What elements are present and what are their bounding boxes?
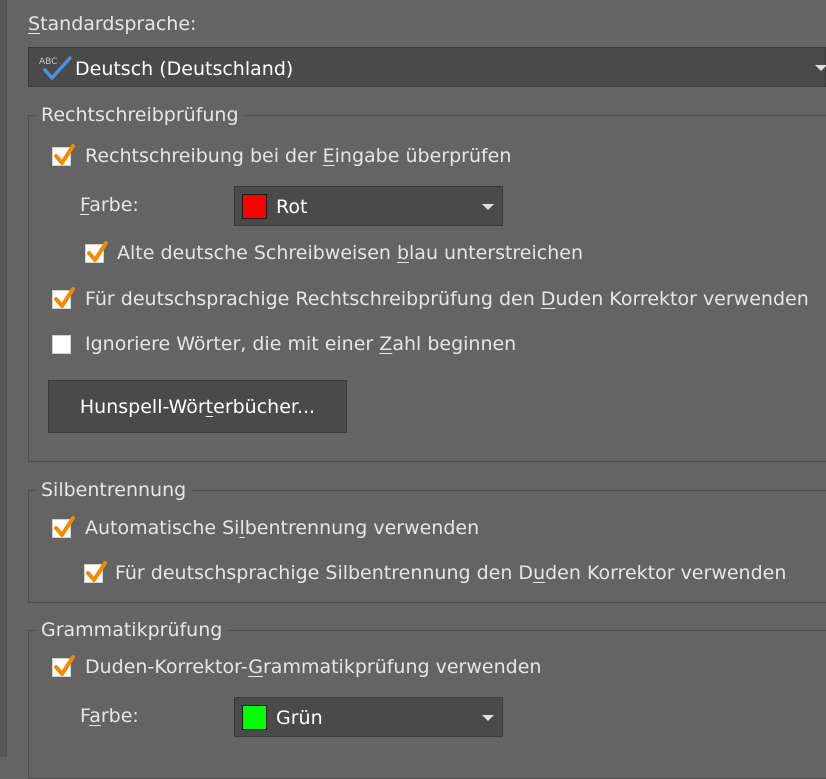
hyphenation-group-title: Silbentrennung [41, 479, 187, 501]
old-spelling-checkbox[interactable] [85, 241, 108, 263]
default-language-dropdown[interactable]: ABC Deutsch (Deutschland) [28, 47, 826, 87]
auto-hyphenation-label[interactable]: Automatische Silbentrennung verwenden [85, 517, 479, 539]
chevron-down-icon[interactable] [482, 204, 494, 210]
grammar-color-dropdown[interactable]: Grün [234, 697, 503, 737]
svg-text:ABC: ABC [39, 57, 57, 67]
auto-hyphenation-checkbox[interactable] [52, 516, 75, 538]
use-duden-spelling-label[interactable]: Für deutschsprachige Rechtschreibprüfung… [85, 288, 809, 310]
abc-checkmark-icon: ABC [37, 53, 73, 88]
chevron-down-icon[interactable] [482, 715, 494, 721]
window-left-edge [0, 0, 7, 757]
check-as-type-label[interactable]: Rechtschreibung bei der Eingabe überprüf… [85, 145, 511, 167]
ignore-numbers-label[interactable]: Ignoriere Wörter, die mit einer Zahl beg… [85, 333, 516, 355]
hyphenation-group: Silbentrennung [28, 479, 826, 603]
grammar-color-value: Grün [276, 707, 323, 729]
green-swatch-icon [242, 705, 267, 730]
ignore-numbers-checkbox[interactable] [52, 335, 71, 354]
hunspell-dictionaries-button[interactable]: Hunspell-Wör t erbücher... [48, 380, 347, 433]
use-duden-spelling-checkbox[interactable] [52, 287, 75, 309]
default-language-label: Standardsprache: [28, 13, 197, 35]
old-spelling-label[interactable]: Alte deutsche Schreibweisen blau unterst… [117, 242, 583, 264]
use-duden-grammar-label[interactable]: Duden-Korrektor-Grammatikprüfung verwend… [85, 656, 541, 678]
spelling-group-title: Rechtschreibprüfung [41, 104, 239, 126]
use-duden-hyphenation-label[interactable]: Für deutschsprachige Silbentrennung den … [115, 562, 786, 584]
grammar-group-title: Grammatikprüfung [41, 619, 223, 641]
spelling-color-value: Rot [276, 196, 308, 218]
chevron-down-icon[interactable] [815, 65, 826, 71]
red-swatch-icon [242, 194, 267, 219]
use-duden-grammar-checkbox[interactable] [52, 655, 75, 677]
grammar-color-label: Farbe: [80, 705, 139, 727]
default-language-value: Deutsch (Deutschland) [75, 58, 294, 80]
spelling-color-label: Farbe: [80, 194, 139, 216]
check-as-type-checkbox[interactable] [52, 144, 75, 166]
use-duden-hyphenation-checkbox[interactable] [84, 561, 107, 583]
spelling-color-dropdown[interactable]: Rot [234, 186, 503, 226]
